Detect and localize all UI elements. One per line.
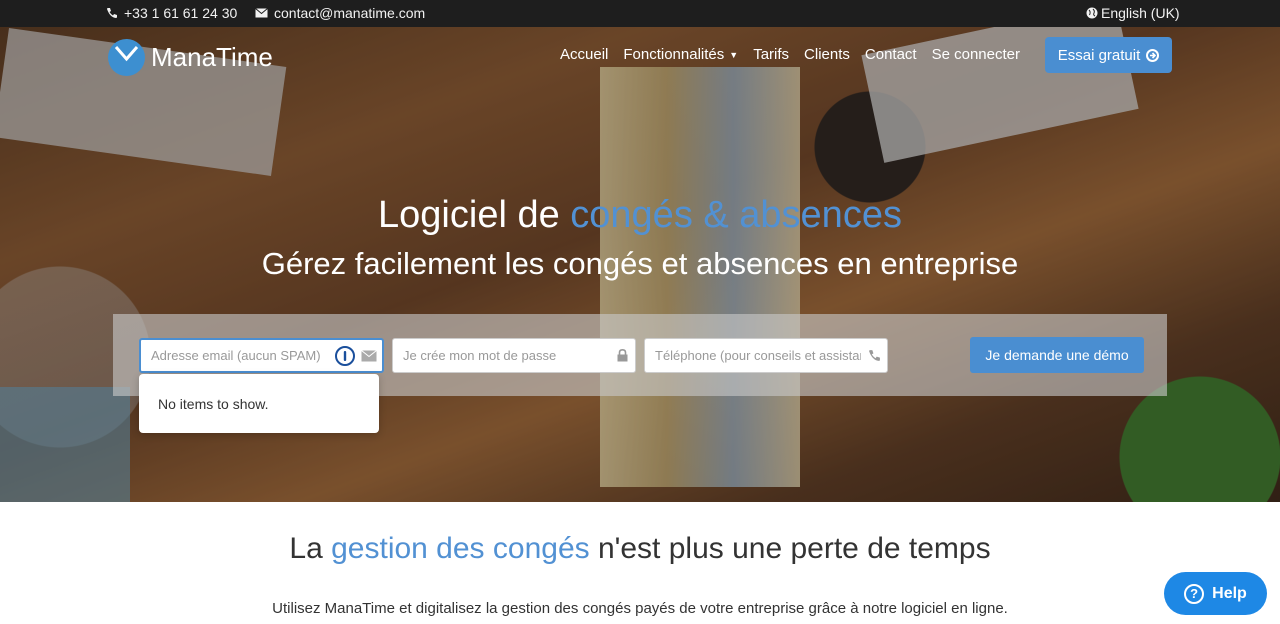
- email-placeholder: Adresse email (aucun SPAM): [151, 348, 321, 363]
- brand-logo[interactable]: ManaTime: [108, 39, 273, 76]
- phone-number: +33 1 61 61 24 30: [124, 5, 238, 21]
- free-trial-label: Essai gratuit: [1057, 46, 1141, 64]
- email-field[interactable]: Adresse email (aucun SPAM): [139, 338, 384, 373]
- language-label: English (UK): [1101, 5, 1180, 21]
- hero-title-accent: congés & absences: [570, 194, 902, 236]
- envelope-icon: [356, 349, 382, 362]
- phone-contact[interactable]: +33 1 61 61 24 30: [106, 5, 237, 21]
- envelope-icon: [255, 8, 268, 18]
- nav-item-login[interactable]: Se connecter: [932, 46, 1020, 63]
- phone-placeholder: Téléphone (pour conseils et assistance): [655, 348, 861, 363]
- request-demo-button[interactable]: Je demande une démo: [970, 337, 1144, 373]
- globe-icon: [1086, 7, 1098, 19]
- phone-field[interactable]: Téléphone (pour conseils et assistance): [644, 338, 888, 373]
- hero-title-prefix: Logiciel de: [378, 194, 571, 236]
- nav-item-clients[interactable]: Clients: [804, 46, 850, 63]
- section-title-suffix: n'est plus une perte de temps: [589, 532, 991, 565]
- section-title-prefix: La: [289, 532, 332, 565]
- question-circle-icon: ?: [1184, 583, 1205, 604]
- hero-subtitle: Gérez facilement les congés et absences …: [261, 246, 1019, 281]
- brand-name: ManaTime: [151, 42, 273, 72]
- section-description: Utilisez ManaTime et digitalisez la gest…: [272, 600, 1008, 617]
- password-placeholder: Je crée mon mot de passe: [403, 348, 557, 363]
- nav-item-accueil[interactable]: Accueil: [560, 46, 608, 63]
- section-title-accent: gestion des congés: [331, 532, 590, 565]
- phone-icon: [107, 8, 117, 18]
- lock-icon: [609, 349, 635, 362]
- nav-item-label: Fonctionnalités: [623, 46, 725, 63]
- arrow-circle-right-icon: [1146, 48, 1160, 62]
- help-button[interactable]: ? Help: [1164, 572, 1267, 615]
- language-selector[interactable]: English (UK): [1086, 5, 1180, 21]
- password-field[interactable]: Je crée mon mot de passe: [392, 338, 636, 373]
- nav-item-fonctionnalites[interactable]: Fonctionnalités ▼: [623, 46, 738, 63]
- help-label: Help: [1212, 584, 1247, 602]
- password-manager-icon[interactable]: [334, 345, 356, 366]
- caret-down-icon: ▼: [729, 49, 739, 60]
- autocomplete-dropdown: No items to show.: [139, 374, 379, 433]
- email-address: contact@manatime.com: [274, 5, 426, 21]
- nav-item-tarifs[interactable]: Tarifs: [753, 46, 789, 63]
- main-nav: Accueil Fonctionnalités ▼ Tarifs Clients…: [560, 46, 1020, 63]
- email-contact[interactable]: contact@manatime.com: [255, 5, 425, 21]
- section-title: La gestion des congés n'est plus une per…: [0, 532, 1280, 566]
- nav-item-contact[interactable]: Contact: [865, 46, 917, 63]
- phone-icon: [861, 349, 887, 362]
- autocomplete-empty-text: No items to show.: [158, 396, 269, 412]
- top-info-bar: +33 1 61 61 24 30 contact@manatime.com E…: [0, 0, 1280, 27]
- free-trial-button[interactable]: Essai gratuit: [1045, 37, 1172, 73]
- manatime-logo-icon: [108, 39, 145, 76]
- hero-title: Logiciel de congés & absences: [0, 194, 1280, 237]
